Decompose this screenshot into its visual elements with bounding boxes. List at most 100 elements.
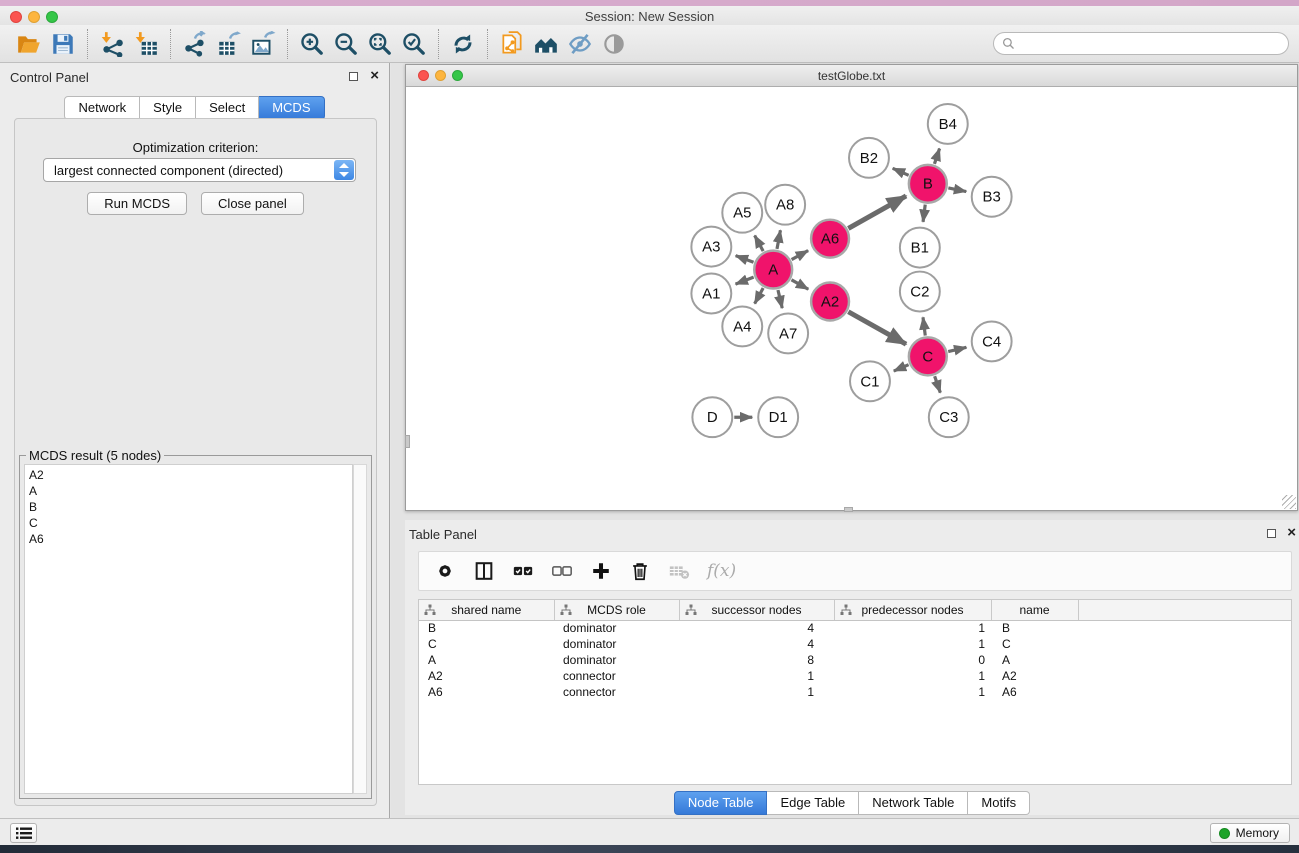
graph-edge-A-A8[interactable] (777, 230, 780, 249)
column-header-mcds-role[interactable]: MCDS role (554, 600, 679, 620)
graph-edge-C-C4[interactable] (948, 347, 966, 351)
tab-network[interactable]: Network (64, 96, 140, 120)
delete-table-icon[interactable] (668, 560, 690, 582)
zoom-out-icon[interactable] (329, 28, 363, 60)
column-header-filler (1078, 600, 1291, 620)
zoom-fit-icon[interactable] (363, 28, 397, 60)
desktop-region: testGlobe.txt B4B2BB3A5A8A6B1A3AA1C2A2A4… (391, 63, 1299, 818)
mcds-result-item[interactable]: C (29, 515, 352, 531)
graph-edge-B-B1[interactable] (923, 205, 925, 222)
import-network-icon[interactable] (95, 28, 129, 60)
graph-node-label: A7 (779, 325, 797, 342)
graph-edge-A-A4[interactable] (755, 288, 764, 304)
column-header-name[interactable]: name (991, 600, 1078, 620)
open-file-icon[interactable] (12, 28, 46, 60)
column-header-shared-name[interactable]: shared name (419, 600, 554, 620)
graph-node-label: A3 (702, 239, 720, 256)
close-panel-icon[interactable]: × (370, 67, 379, 84)
select-all-columns-icon[interactable] (512, 560, 534, 582)
search-input[interactable] (1020, 35, 1288, 53)
column-type-icon (840, 604, 852, 616)
graph-edge-B-B2[interactable] (893, 168, 909, 175)
graph-node-label: D1 (769, 409, 788, 426)
main-toolbar (0, 25, 1299, 63)
show-column-icon[interactable] (473, 560, 495, 582)
graph-node-label: A4 (733, 318, 751, 335)
graph-edge-C-C1[interactable] (894, 365, 909, 371)
table-row[interactable]: Cdominator41C (419, 636, 1291, 652)
window-resize-grip[interactable] (1282, 495, 1296, 509)
window-edge-handle[interactable] (405, 435, 410, 448)
graph-edge-C-C2[interactable] (923, 317, 925, 335)
mcds-result-item[interactable]: A6 (29, 531, 352, 547)
mcds-result-title: MCDS result (5 nodes) (26, 448, 164, 463)
table-row[interactable]: Bdominator41B (419, 620, 1291, 636)
mcds-result-item[interactable]: A2 (29, 467, 352, 483)
float-panel-icon[interactable] (1267, 529, 1276, 538)
graph-edge-A-A7[interactable] (778, 290, 782, 308)
network-canvas[interactable]: B4B2BB3A5A8A6B1A3AA1C2A2A4A7C4CC1C3DD1 (406, 87, 1297, 510)
graph-edge-A-A5[interactable] (755, 235, 764, 251)
tab-select[interactable]: Select (196, 96, 259, 120)
graph-edge-A6-B[interactable] (848, 196, 906, 228)
table-panel-title: Table Panel (409, 527, 477, 542)
graph-edge-A-A3[interactable] (736, 256, 754, 263)
graph-edge-A-A6[interactable] (792, 251, 809, 260)
zoom-in-icon[interactable] (295, 28, 329, 60)
memory-button[interactable]: Memory (1210, 823, 1290, 843)
column-header-predecessor-nodes[interactable]: predecessor nodes (834, 600, 991, 620)
table-row[interactable]: A6connector11A6 (419, 684, 1291, 700)
graph-node-label: A6 (821, 231, 839, 248)
float-panel-icon[interactable] (349, 72, 358, 81)
column-type-icon (560, 604, 572, 616)
network-graph[interactable]: B4B2BB3A5A8A6B1A3AA1C2A2A4A7C4CC1C3DD1 (406, 87, 1297, 510)
zoom-selected-icon[interactable] (397, 28, 431, 60)
mcds-result-item[interactable]: B (29, 499, 352, 515)
show-all-icon[interactable] (597, 28, 631, 60)
table-row[interactable]: A2connector11A2 (419, 668, 1291, 684)
optimization-criterion-select[interactable]: largest connected component (directed) (43, 158, 356, 182)
run-mcds-button[interactable]: Run MCDS (87, 192, 187, 215)
graph-edge-B-B3[interactable] (948, 188, 966, 192)
refresh-layout-icon[interactable] (446, 28, 480, 60)
window-edge-handle[interactable] (844, 507, 853, 512)
table-row[interactable]: Adominator80A (419, 652, 1291, 668)
table-options-icon[interactable] (434, 560, 456, 582)
export-table-icon[interactable] (212, 28, 246, 60)
apply-function-icon[interactable]: f(x) (707, 561, 736, 581)
network-window-titlebar[interactable]: testGlobe.txt (406, 65, 1297, 87)
column-header-successor-nodes[interactable]: successor nodes (679, 600, 834, 620)
graph-edge-C-C3[interactable] (935, 376, 941, 393)
graph-edge-A-A2[interactable] (791, 280, 808, 289)
mcds-list-scrollbar[interactable] (353, 464, 367, 794)
create-column-icon[interactable] (590, 560, 612, 582)
tab-edge-table[interactable]: Edge Table (767, 791, 859, 815)
graph-node-label: B (923, 176, 933, 193)
tab-network-table[interactable]: Network Table (859, 791, 968, 815)
delete-columns-icon[interactable] (629, 560, 651, 582)
mcds-result-item[interactable]: A (29, 483, 352, 499)
mcds-result-list[interactable]: A2ABCA6 (24, 464, 353, 794)
column-type-icon (424, 604, 436, 616)
close-panel-icon[interactable]: × (1287, 524, 1296, 541)
tab-mcds[interactable]: MCDS (259, 96, 324, 120)
export-image-icon[interactable] (246, 28, 280, 60)
save-session-icon[interactable] (46, 28, 80, 60)
unselect-all-columns-icon[interactable] (551, 560, 573, 582)
graph-edge-B-B4[interactable] (934, 149, 939, 164)
export-network-icon[interactable] (178, 28, 212, 60)
close-panel-button[interactable]: Close panel (201, 192, 304, 215)
tab-style[interactable]: Style (140, 96, 196, 120)
import-table-icon[interactable] (129, 28, 163, 60)
control-panel-tabs: Network Style Select MCDS (0, 96, 389, 120)
clone-network-icon[interactable] (495, 28, 529, 60)
tab-motifs[interactable]: Motifs (968, 791, 1030, 815)
graph-edge-A-A1[interactable] (736, 277, 754, 284)
hide-selected-icon[interactable] (563, 28, 597, 60)
graph-node-label: B3 (983, 189, 1001, 206)
criterion-selected-value: largest connected component (directed) (44, 163, 334, 178)
task-history-button[interactable] (10, 823, 37, 843)
tab-node-table[interactable]: Node Table (674, 791, 768, 815)
graph-edge-A2-C[interactable] (848, 312, 906, 344)
first-neighbors-icon[interactable] (529, 28, 563, 60)
